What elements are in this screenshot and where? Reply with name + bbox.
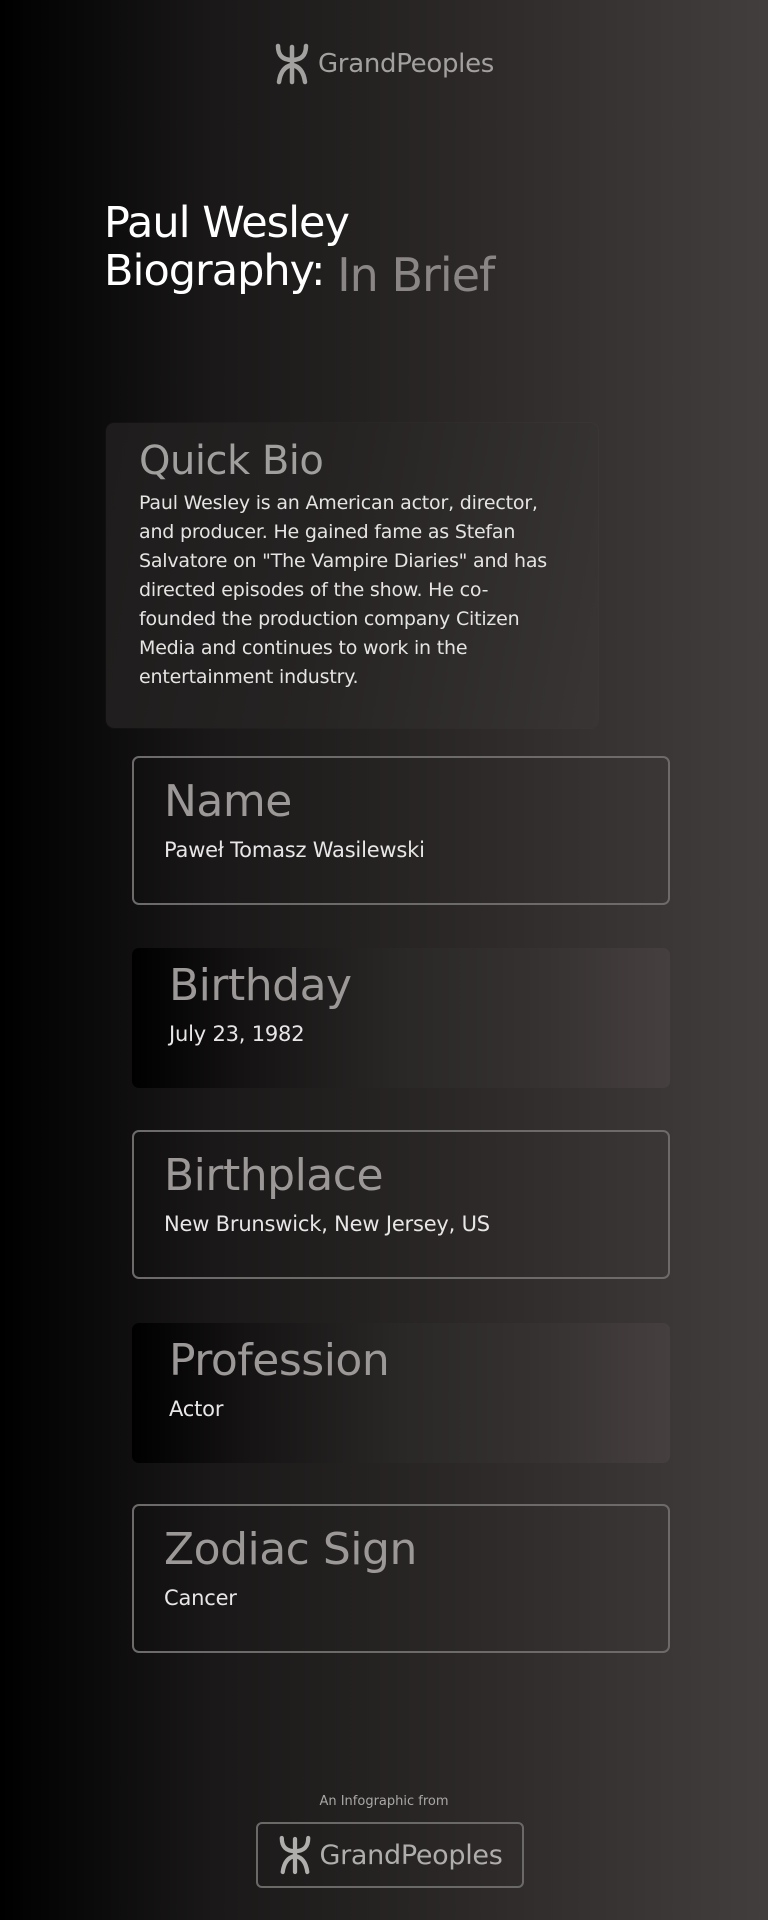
quick-bio-text: Paul Wesley is an American actor, direct…: [139, 492, 548, 688]
grandpeoples-logo-icon: [274, 43, 310, 85]
title-line-1: Paul Wesley: [104, 198, 350, 248]
fact-card-birthplace: Birthplace New Brunswick, New Jersey, US: [132, 1130, 670, 1279]
brand-name: GrandPeoples: [319, 1839, 503, 1871]
fact-value: Actor: [169, 1397, 224, 1421]
fact-label: Zodiac Sign: [164, 1524, 417, 1575]
fact-card-name: Name Paweł Tomasz Wasilewski: [132, 756, 670, 905]
fact-label: Profession: [169, 1335, 390, 1386]
fact-card-birthday: Birthday July 23, 1982: [132, 948, 670, 1088]
fact-value: Paweł Tomasz Wasilewski: [164, 838, 425, 862]
quick-bio-card: Quick Bio Paul Wesley is an American act…: [106, 423, 598, 728]
brand-name: GrandPeoples: [317, 49, 495, 79]
footer-logo-link[interactable]: GrandPeoples: [256, 1822, 524, 1888]
fact-card-profession: Profession Actor: [132, 1323, 670, 1463]
fact-label: Name: [164, 776, 292, 827]
grandpeoples-logo-icon: [278, 1835, 312, 1875]
quick-bio-heading: Quick Bio: [139, 438, 324, 484]
page-title: Paul Wesley Biography: In Brief: [104, 198, 495, 298]
fact-value: Cancer: [164, 1586, 237, 1610]
header-logo[interactable]: GrandPeoples: [0, 38, 768, 90]
fact-card-zodiac-sign: Zodiac Sign Cancer: [132, 1504, 670, 1653]
fact-value: New Brunswick, New Jersey, US: [164, 1212, 490, 1236]
footer-caption: An Infographic from: [319, 1794, 449, 1809]
fact-label: Birthplace: [164, 1150, 384, 1201]
title-accent: In Brief: [337, 248, 495, 302]
fact-label: Birthday: [169, 960, 352, 1011]
title-line-2: Biography:: [104, 246, 325, 296]
fact-value: July 23, 1982: [169, 1022, 305, 1046]
